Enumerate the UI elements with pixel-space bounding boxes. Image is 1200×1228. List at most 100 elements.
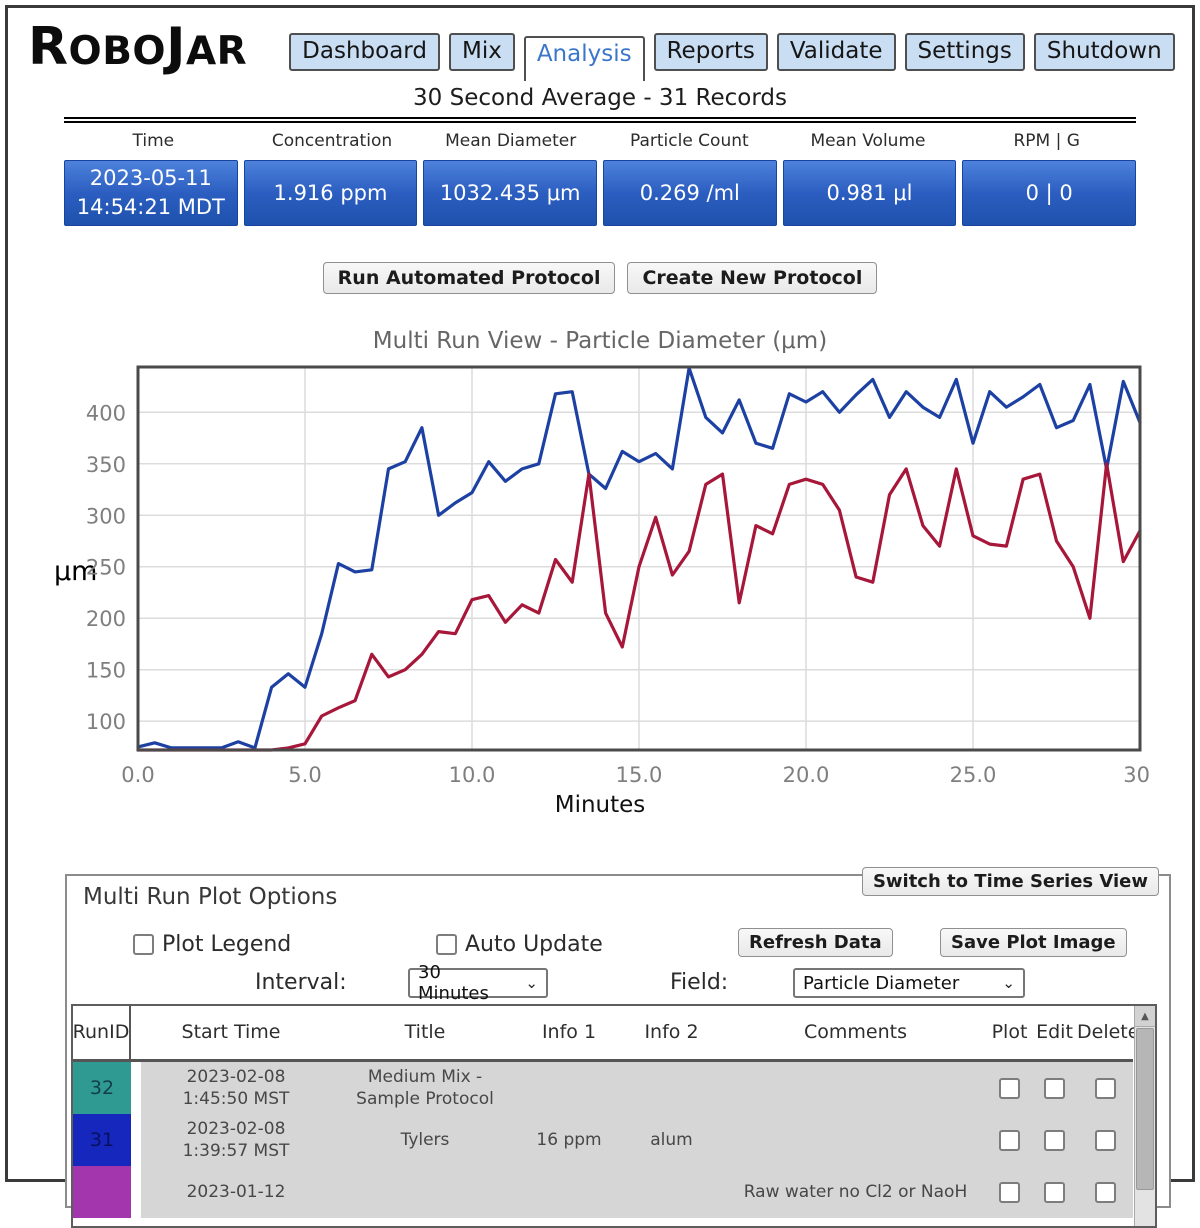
run-row-body: 2023-02-081:39:57 MSTTylers16 ppmalum xyxy=(141,1114,1133,1166)
tab-validate[interactable]: Validate xyxy=(777,33,896,71)
scrollbar-thumb[interactable] xyxy=(1136,1028,1154,1190)
tab-analysis[interactable]: Analysis xyxy=(524,36,645,81)
chevron-down-icon: ⌄ xyxy=(525,974,538,992)
avg-col-header: RPM | G xyxy=(957,131,1136,151)
runs-col-header: Start Time xyxy=(131,1022,331,1044)
run-row-body: 2023-01-12 Raw water no Cl2 or NaoH xyxy=(141,1166,1133,1218)
plot-legend-label: Plot Legend xyxy=(162,932,291,957)
auto-update-option[interactable]: Auto Update xyxy=(436,932,603,957)
avg-table-header-row: TimeConcentrationMean DiameterParticle C… xyxy=(64,123,1136,160)
run-start-time: 2023-02-081:45:50 MST xyxy=(141,1066,331,1110)
run-plot-cell xyxy=(987,1130,1032,1151)
run-info1: 16 ppm xyxy=(519,1129,619,1151)
x-tick-label: 20.0 xyxy=(783,763,830,787)
y-tick-label: 300 xyxy=(86,504,126,528)
field-selected-value: Particle Diameter xyxy=(803,973,959,994)
avg-cell-line: 0.269 /ml xyxy=(640,179,740,207)
run-plot-checkbox[interactable] xyxy=(999,1182,1020,1203)
multi-run-plot-options-panel: Multi Run Plot Options Switch to Time Se… xyxy=(65,874,1171,1208)
avg-col-header: Mean Volume xyxy=(779,131,958,151)
avg-cell-mean-volume: 0.981 μl xyxy=(783,160,957,226)
avg-cell-particle-count: 0.269 /ml xyxy=(603,160,777,226)
run-edit-checkbox[interactable] xyxy=(1044,1078,1065,1099)
runs-col-header: Title xyxy=(331,1022,519,1044)
auto-update-checkbox[interactable] xyxy=(436,934,457,955)
table-row: 2023-01-12 Raw water no Cl2 or NaoH xyxy=(73,1166,1133,1218)
y-tick-label: 350 xyxy=(86,453,126,477)
multi-run-chart-section: Multi Run View - Particle Diameter (μm) … xyxy=(8,328,1192,818)
runs-col-header: Comments xyxy=(724,1022,987,1044)
y-tick-label: 150 xyxy=(86,658,126,682)
x-tick-label: 25.0 xyxy=(950,763,997,787)
avg-cell-mean-diameter: 1032.435 μm xyxy=(423,160,597,226)
robojar-logo: RoboJar xyxy=(28,24,247,71)
save-plot-image-button[interactable]: Save Plot Image xyxy=(940,928,1127,957)
runs-table-scrollbar[interactable]: ▲ xyxy=(1134,1006,1155,1226)
panel-title: Multi Run Plot Options xyxy=(83,884,337,910)
runs-col-header: Info 1 xyxy=(519,1022,619,1044)
plot-legend-checkbox[interactable] xyxy=(133,934,154,955)
table-row: 312023-02-081:39:57 MSTTylers16 ppmalum xyxy=(73,1114,1133,1166)
x-tick-label: 10.0 xyxy=(449,763,496,787)
run-edit-checkbox[interactable] xyxy=(1044,1182,1065,1203)
tab-settings[interactable]: Settings xyxy=(905,33,1025,71)
chart-title: Multi Run View - Particle Diameter (μm) xyxy=(8,328,1192,354)
switch-to-time-series-button[interactable]: Switch to Time Series View xyxy=(862,867,1159,896)
run-delete-cell xyxy=(1077,1182,1133,1203)
thirty-second-average-section: 30 Second Average - 31 Records TimeConce… xyxy=(64,85,1136,226)
divider xyxy=(131,1166,141,1218)
nav-tabs: DashboardMixAnalysisReportsValidateSetti… xyxy=(289,33,1175,71)
run-plot-cell xyxy=(987,1182,1032,1203)
runs-table: RunIDStart TimeTitleInfo 1Info 2Comments… xyxy=(71,1004,1157,1228)
interval-selected-value: 30 Minutes xyxy=(418,962,517,1004)
run-id-badge xyxy=(73,1166,131,1218)
x-tick-label: 15.0 xyxy=(616,763,663,787)
run-start-time: 2023-01-12 xyxy=(141,1181,331,1203)
run-delete-cell xyxy=(1077,1078,1133,1099)
interval-label: Interval: xyxy=(255,970,347,995)
run-plot-checkbox[interactable] xyxy=(999,1078,1020,1099)
avg-cell-concentration: 1.916 ppm xyxy=(244,160,418,226)
chart-plot-svg: 1001502002503003504000.05.010.015.020.02… xyxy=(42,360,1152,788)
avg-col-header: Mean Diameter xyxy=(421,131,600,151)
run-comments: Raw water no Cl2 or NaoH xyxy=(724,1181,987,1203)
refresh-data-button[interactable]: Refresh Data xyxy=(738,928,893,957)
run-edit-checkbox[interactable] xyxy=(1044,1130,1065,1151)
run-delete-checkbox[interactable] xyxy=(1095,1078,1116,1099)
avg-table-data-row: 2023-05-1114:54:21 MDT1.916 ppm1032.435 … xyxy=(64,160,1136,226)
field-select[interactable]: Particle Diameter ⌄ xyxy=(793,968,1025,998)
tab-shutdown[interactable]: Shutdown xyxy=(1034,33,1175,71)
runs-col-header: Plot xyxy=(987,1022,1032,1044)
app-header: RoboJar DashboardMixAnalysisReportsValid… xyxy=(8,8,1192,71)
run-info2: alum xyxy=(619,1129,724,1151)
x-axis-label: Minutes xyxy=(8,792,1192,818)
run-id-badge: 32 xyxy=(73,1062,131,1114)
interval-select[interactable]: 30 Minutes ⌄ xyxy=(408,968,548,998)
x-tick-label: 30. xyxy=(1123,763,1152,787)
table-row: 322023-02-081:45:50 MSTMedium Mix -Sampl… xyxy=(73,1062,1133,1114)
tab-mix[interactable]: Mix xyxy=(449,33,515,71)
tab-dashboard[interactable]: Dashboard xyxy=(289,33,440,71)
multi-run-chart: μm 1001502002503003504000.05.010.015.020… xyxy=(8,360,1192,792)
avg-table-title: 30 Second Average - 31 Records xyxy=(64,85,1136,117)
plot-legend-option[interactable]: Plot Legend xyxy=(133,932,291,957)
avg-col-header: Particle Count xyxy=(600,131,779,151)
scroll-up-icon[interactable]: ▲ xyxy=(1135,1006,1155,1027)
runs-col-header: Info 2 xyxy=(619,1022,724,1044)
create-new-protocol-button[interactable]: Create New Protocol xyxy=(627,262,877,294)
run-delete-checkbox[interactable] xyxy=(1095,1182,1116,1203)
runs-table-body: 322023-02-081:45:50 MSTMedium Mix -Sampl… xyxy=(73,1062,1155,1218)
run-plot-checkbox[interactable] xyxy=(999,1130,1020,1151)
avg-col-header: Concentration xyxy=(243,131,422,151)
run-edit-cell xyxy=(1032,1078,1077,1099)
avg-cell-time: 2023-05-1114:54:21 MDT xyxy=(64,160,238,226)
runs-table-header: RunIDStart TimeTitleInfo 1Info 2Comments… xyxy=(73,1006,1133,1062)
tab-reports[interactable]: Reports xyxy=(654,33,768,71)
run-delete-checkbox[interactable] xyxy=(1095,1130,1116,1151)
run-plot-cell xyxy=(987,1078,1032,1099)
protocol-buttons: Run Automated Protocol Create New Protoc… xyxy=(8,262,1192,294)
avg-cell-rpm-g: 0 | 0 xyxy=(962,160,1136,226)
run-automated-protocol-button[interactable]: Run Automated Protocol xyxy=(323,262,616,294)
avg-cell-line: 0.981 μl xyxy=(826,179,912,207)
app-window: RoboJar DashboardMixAnalysisReportsValid… xyxy=(5,5,1195,1182)
